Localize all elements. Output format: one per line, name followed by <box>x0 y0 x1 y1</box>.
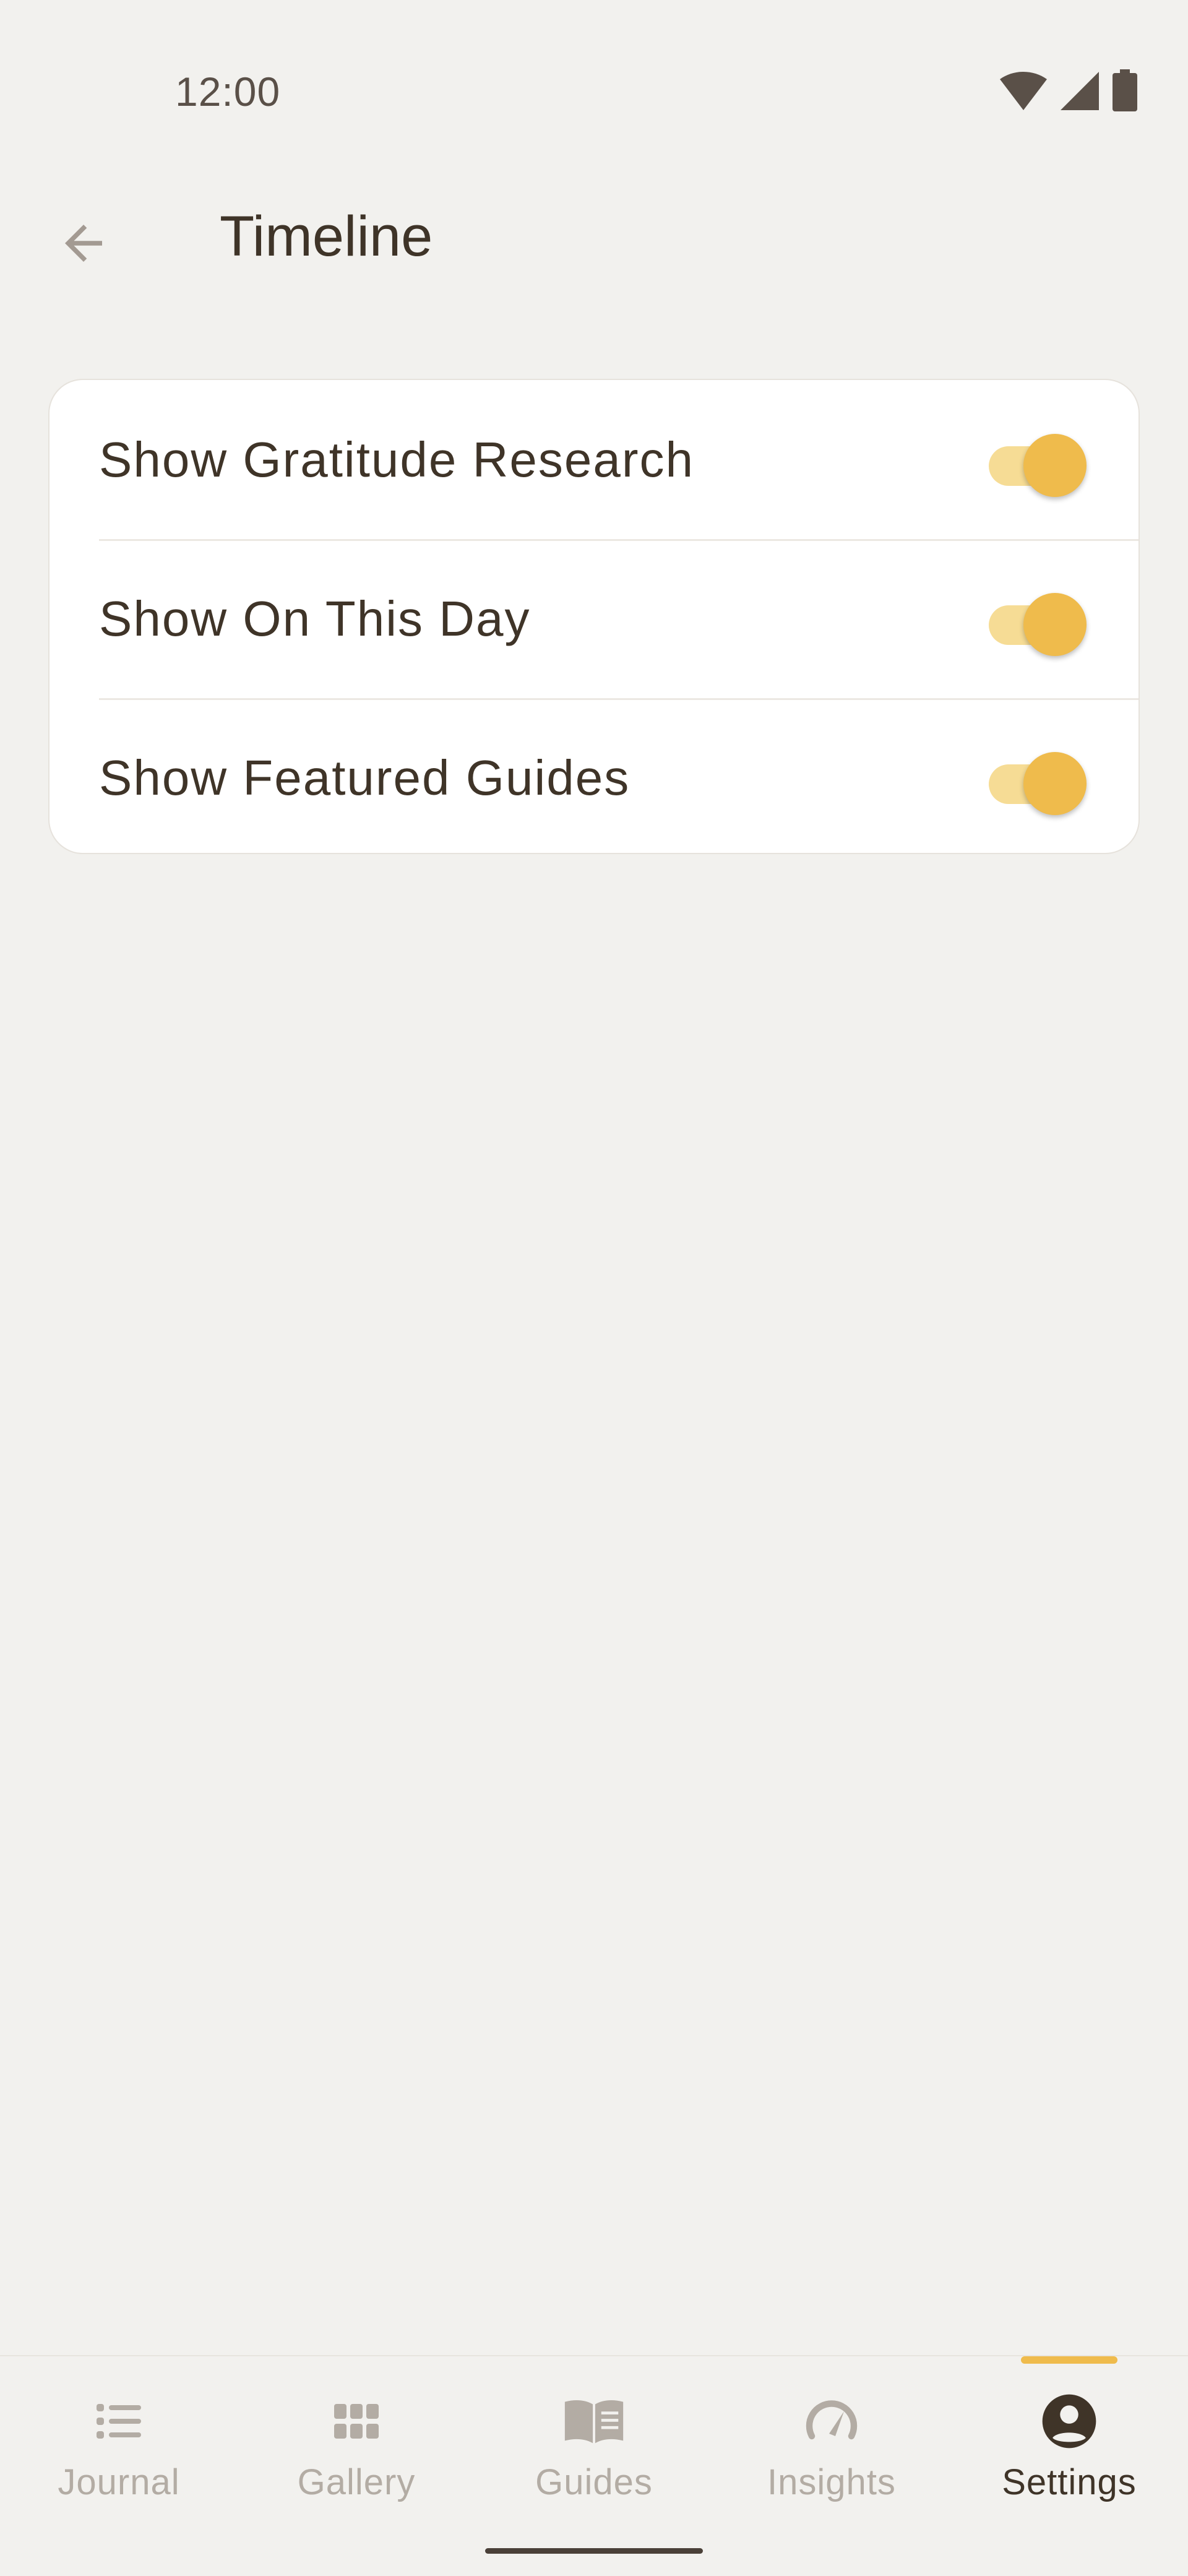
back-button[interactable] <box>37 198 130 291</box>
on-this-day-toggle[interactable] <box>989 585 1087 656</box>
setting-label: Show On This Day <box>99 590 531 646</box>
nav-item-settings[interactable]: Settings <box>950 2387 1188 2530</box>
nav-item-insights[interactable]: Insights <box>713 2387 950 2530</box>
setting-label: Show Gratitude Research <box>99 431 695 487</box>
battery-icon <box>1113 69 1137 111</box>
status-bar: 12:00 <box>0 0 1188 124</box>
nav-item-guides[interactable]: Guides <box>475 2387 713 2530</box>
bottom-nav: Journal Gallery Guides Insights Settings <box>0 2355 1188 2576</box>
setting-row-featured-guides[interactable]: Show Featured Guides <box>50 698 1138 853</box>
featured-guides-toggle[interactable] <box>989 744 1087 815</box>
nav-label: Settings <box>1002 2462 1137 2502</box>
account-icon <box>1035 2387 1103 2455</box>
nav-label: Insights <box>767 2462 896 2502</box>
nav-item-journal[interactable]: Journal <box>0 2387 238 2530</box>
arrow-left-icon <box>56 215 111 274</box>
nav-label: Journal <box>58 2462 180 2502</box>
wifi-icon <box>1000 72 1047 111</box>
gratitude-research-toggle[interactable] <box>989 426 1087 497</box>
setting-row-gratitude-research[interactable]: Show Gratitude Research <box>50 380 1138 539</box>
settings-card: Show Gratitude Research Show On This Day… <box>48 379 1140 854</box>
status-icons <box>1000 69 1137 111</box>
nav-item-gallery[interactable]: Gallery <box>238 2387 475 2530</box>
grid-icon <box>322 2387 390 2455</box>
signal-icon <box>1061 72 1099 111</box>
gauge-icon <box>798 2387 866 2455</box>
toggle-thumb <box>1023 433 1087 497</box>
toggle-thumb <box>1023 592 1087 656</box>
page-title: Timeline <box>220 205 433 268</box>
nav-label: Gallery <box>297 2462 416 2502</box>
nav-label: Guides <box>535 2462 653 2502</box>
setting-label: Show Featured Guides <box>99 750 631 805</box>
toggle-thumb <box>1023 751 1087 815</box>
book-icon <box>560 2387 628 2455</box>
status-time: 12:00 <box>175 69 281 115</box>
setting-row-on-this-day[interactable]: Show On This Day <box>50 539 1138 698</box>
active-tab-indicator <box>1021 2356 1117 2364</box>
home-indicator[interactable] <box>485 2548 703 2554</box>
list-icon <box>85 2387 153 2455</box>
app-bar: Timeline <box>0 167 1188 303</box>
